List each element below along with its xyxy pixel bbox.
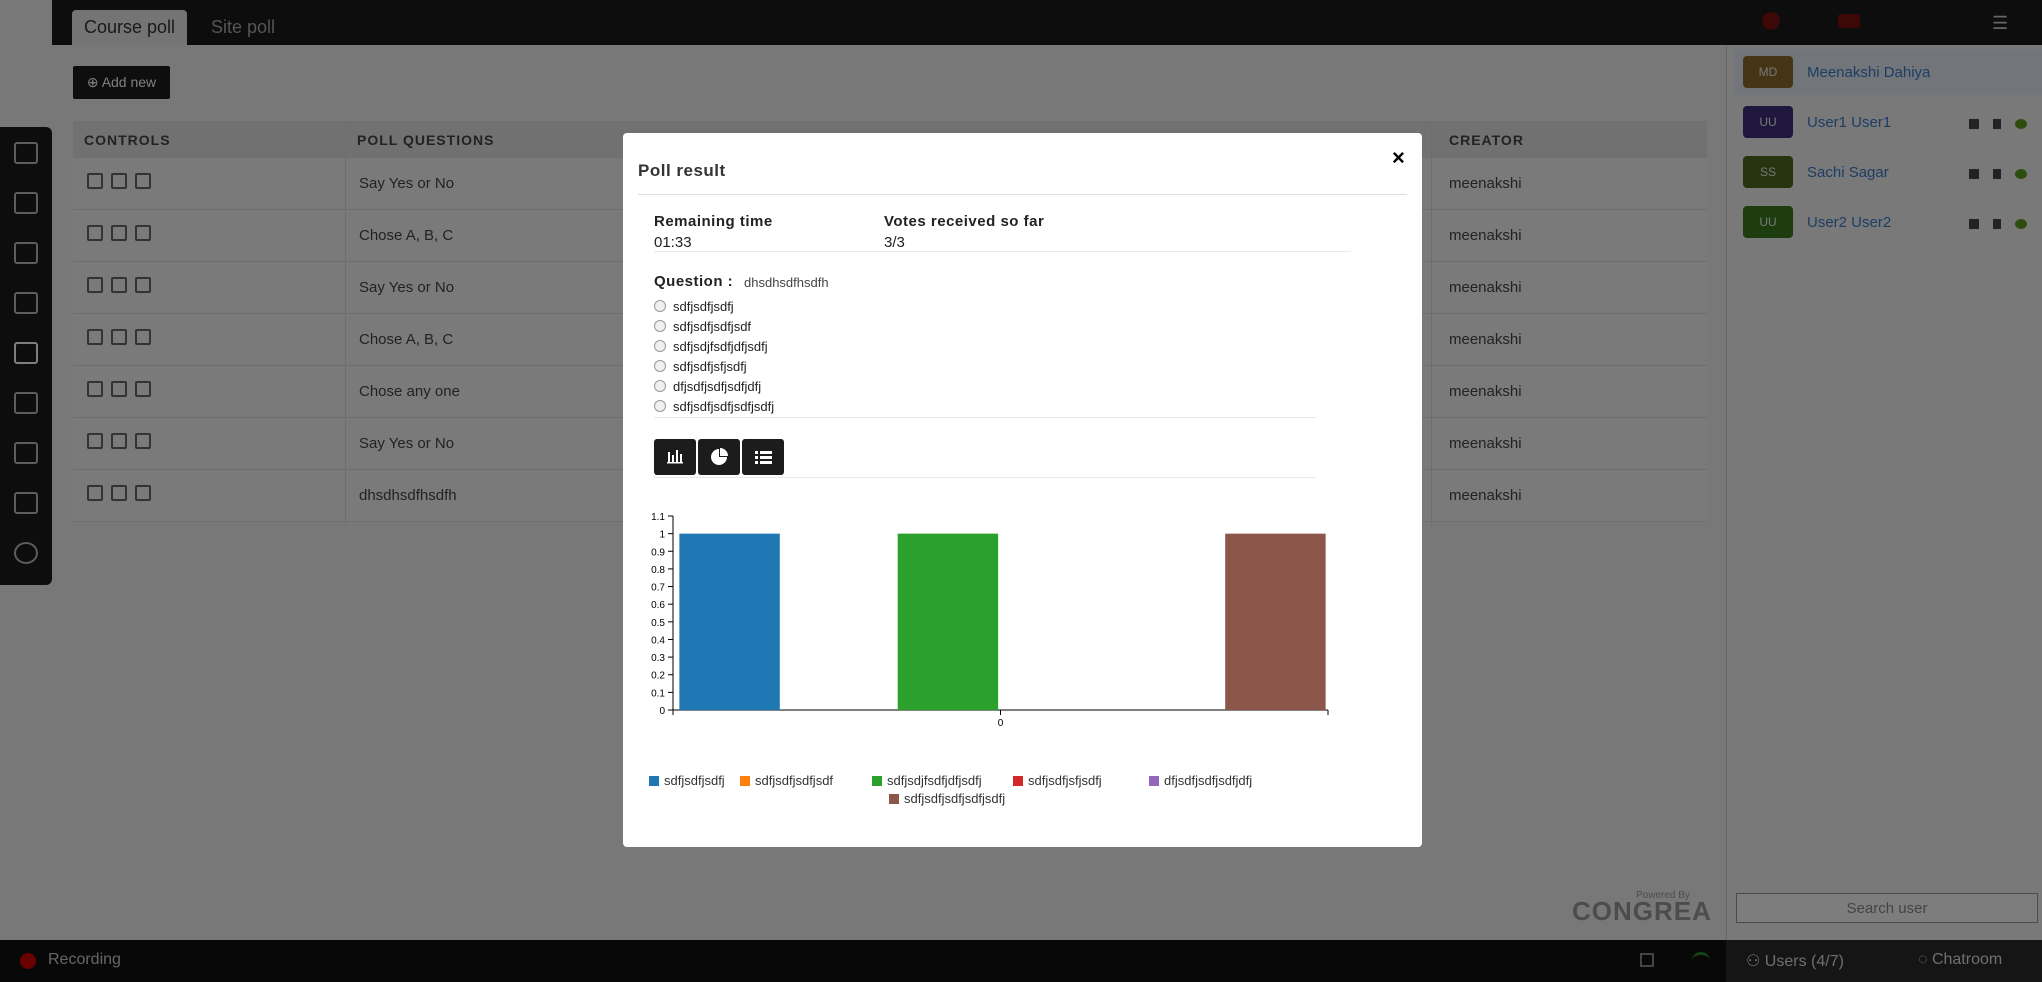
poll-result-modal: Poll result × Remaining time 01:33 Votes… — [623, 133, 1422, 847]
bar-6 — [1225, 533, 1326, 710]
y-tick-label: 0 — [659, 706, 665, 717]
y-tick-label: 0.3 — [651, 653, 665, 664]
legend-label: dfjsdfjsdfjsdfjdfj — [1164, 773, 1253, 788]
divider — [638, 194, 1407, 195]
remaining-time-label: Remaining time — [654, 213, 773, 230]
legend-label: sdfjsdfjsdfjsdf — [755, 773, 834, 788]
radio-icon — [654, 340, 666, 352]
bar-chart-button[interactable] — [654, 439, 696, 475]
remaining-time-value: 01:33 — [654, 234, 692, 251]
y-tick-label: 0.2 — [651, 671, 665, 682]
option-radio: sdfjsdjfsdfjdfjsdfj — [654, 339, 768, 354]
radio-icon — [654, 360, 666, 372]
legend-swatch — [1013, 776, 1023, 786]
y-tick-label: 0.7 — [651, 583, 665, 594]
legend-swatch — [872, 776, 882, 786]
option-radio: sdfjsdfjsdfj — [654, 299, 734, 314]
question-text: dhsdhsdfhsdfh — [744, 275, 829, 290]
divider — [654, 477, 1316, 478]
legend-label: sdfjsdjfsdfjdfjsdfj — [887, 773, 982, 788]
option-label: sdfjsdfjsfjsdfj — [673, 359, 747, 374]
legend-item: sdfjsdfjsfjsdfj — [1013, 773, 1102, 788]
question-label: Question : — [654, 273, 734, 290]
legend-swatch — [740, 776, 750, 786]
radio-icon — [654, 320, 666, 332]
close-icon[interactable]: × — [1392, 145, 1405, 171]
list-button[interactable] — [742, 439, 784, 475]
option-label: sdfjsdjfsdfjdfjsdfj — [673, 339, 768, 354]
legend-label: sdfjsdfjsdfj — [664, 773, 725, 788]
option-radio: sdfjsdfjsdfjsdfjsdfj — [654, 399, 774, 414]
option-label: sdfjsdfjsdfjsdf — [673, 319, 752, 334]
y-tick-label: 0.5 — [651, 618, 665, 629]
y-tick-label: 1 — [659, 530, 665, 541]
pie-chart-button[interactable] — [698, 439, 740, 475]
radio-icon — [654, 300, 666, 312]
option-radio: dfjsdfjsdfjsdfjdfj — [654, 379, 761, 394]
poll-bar-chart: 0 0.1 0.2 0.3 0.4 0.5 0.6 0.7 0.8 0.9 1 1.1 0 — [651, 512, 1329, 729]
y-tick-label: 1.1 — [651, 512, 665, 523]
legend-item: dfjsdfjsdfjsdfjdfj — [1149, 773, 1252, 788]
legend-item: sdfjsdjfsdfjdfjsdfj — [872, 773, 982, 788]
votes-label: Votes received so far — [884, 213, 1045, 230]
y-tick-label: 0.8 — [651, 565, 665, 576]
legend-item: sdfjsdfjsdfj — [649, 773, 725, 788]
option-label: sdfjsdfjsdfjsdfjsdfj — [673, 399, 775, 414]
legend-item: sdfjsdfjsdfjsdfjsdfj — [889, 791, 1005, 806]
y-tick-label: 0.9 — [651, 547, 665, 558]
modal-title: Poll result — [638, 161, 726, 180]
legend-item: sdfjsdfjsdfjsdf — [740, 773, 833, 788]
option-radio: sdfjsdfjsdfjsdf — [654, 319, 751, 334]
y-tick-label: 0.4 — [651, 635, 665, 646]
bar-3 — [897, 533, 999, 710]
bar-1 — [679, 533, 780, 710]
legend-swatch — [649, 776, 659, 786]
x-tick-label: 0 — [998, 718, 1004, 729]
votes-value: 3/3 — [884, 234, 905, 251]
legend-swatch — [889, 794, 899, 804]
legend-label: sdfjsdfjsdfjsdfjsdfj — [904, 791, 1006, 806]
y-tick-label: 0.6 — [651, 600, 665, 611]
radio-icon — [654, 400, 666, 412]
divider — [654, 251, 1351, 252]
pie-chart-icon — [711, 448, 728, 465]
legend-label: sdfjsdfjsfjsdfj — [1028, 773, 1102, 788]
radio-icon — [654, 380, 666, 392]
divider — [654, 417, 1316, 418]
bar-chart-icon — [667, 450, 683, 464]
option-label: dfjsdfjsdfjsdfjdfj — [673, 379, 762, 394]
list-icon — [755, 451, 772, 464]
option-radio: sdfjsdfjsfjsdfj — [654, 359, 747, 374]
y-tick-label: 0.1 — [651, 688, 665, 699]
legend-swatch — [1149, 776, 1159, 786]
option-label: sdfjsdfjsdfj — [673, 299, 734, 314]
